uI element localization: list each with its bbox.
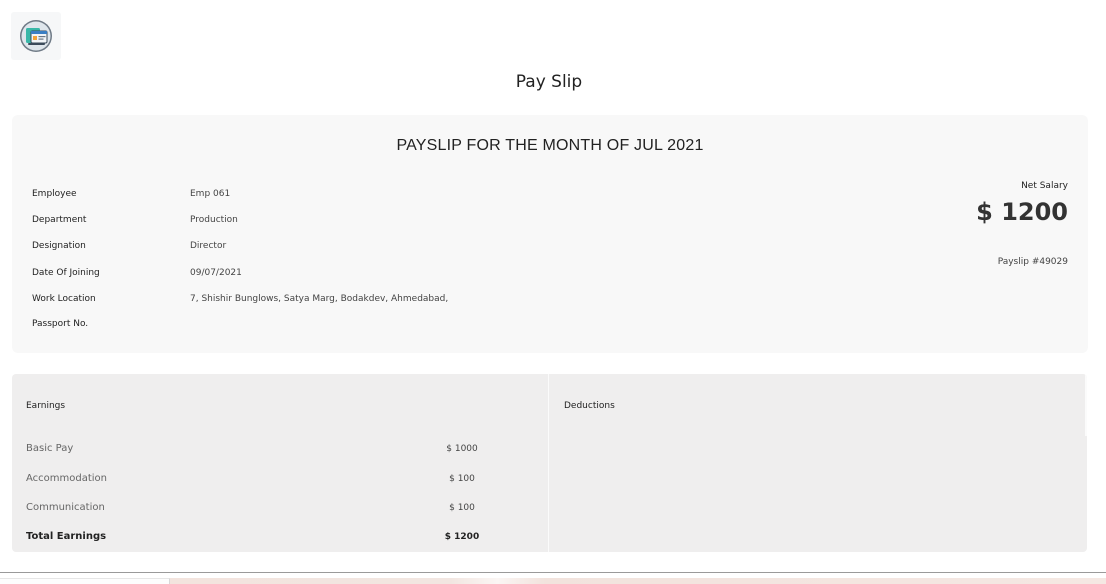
work-location-label: Work Location: [32, 294, 96, 304]
column-divider: [548, 374, 549, 552]
designation-label: Designation: [32, 241, 86, 251]
bottom-panel-strip: [170, 578, 1106, 584]
date-of-joining-label: Date Of Joining: [32, 268, 100, 278]
employee-label: Employee: [32, 189, 77, 199]
earning-item-value: $ 100: [449, 503, 475, 513]
page-title: Pay Slip: [515, 72, 583, 92]
earning-item-label: Basic Pay: [26, 443, 74, 454]
payroll-app-icon: [20, 20, 52, 52]
earning-item-value: $ 100: [449, 474, 475, 484]
earnings-heading: Earnings: [26, 401, 66, 411]
deductions-heading: Deductions: [564, 401, 615, 411]
total-earnings-value: $ 1200: [444, 532, 480, 542]
payslip-heading: PAYSLIP FOR THE MONTH OF JUL 2021: [396, 137, 704, 154]
bottom-panel-left: [0, 578, 170, 584]
department-value: Production: [190, 215, 238, 225]
net-salary-amount: $ 1200: [976, 198, 1068, 226]
designation-value: Director: [190, 241, 227, 251]
app-logo[interactable]: [11, 12, 61, 60]
employee-value: Emp 061: [190, 189, 231, 199]
total-earnings-label: Total Earnings: [26, 531, 107, 542]
earnings-deductions-table: Earnings Deductions Basic Pay $ 1000 Acc…: [12, 374, 1087, 552]
earning-item-label: Communication: [26, 502, 105, 513]
earning-item-value: $ 1000: [446, 444, 478, 454]
payslip-summary-card: PAYSLIP FOR THE MONTH OF JUL 2021 Employ…: [12, 115, 1088, 353]
earning-item-label: Accommodation: [26, 473, 108, 484]
passport-label: Passport No.: [32, 319, 89, 329]
column-right-edge: [1085, 374, 1087, 436]
net-salary-label: Net Salary: [1021, 181, 1068, 191]
page-divider: [0, 572, 1106, 573]
work-location-value: 7, Shishir Bunglows, Satya Marg, Bodakde…: [190, 294, 449, 304]
payslip-page: Pay Slip PAYSLIP FOR THE MONTH OF JUL 20…: [0, 0, 1106, 584]
payslip-number: Payslip #49029: [997, 257, 1068, 267]
department-label: Department: [32, 215, 87, 225]
date-of-joining-value: 09/07/2021: [190, 268, 242, 278]
